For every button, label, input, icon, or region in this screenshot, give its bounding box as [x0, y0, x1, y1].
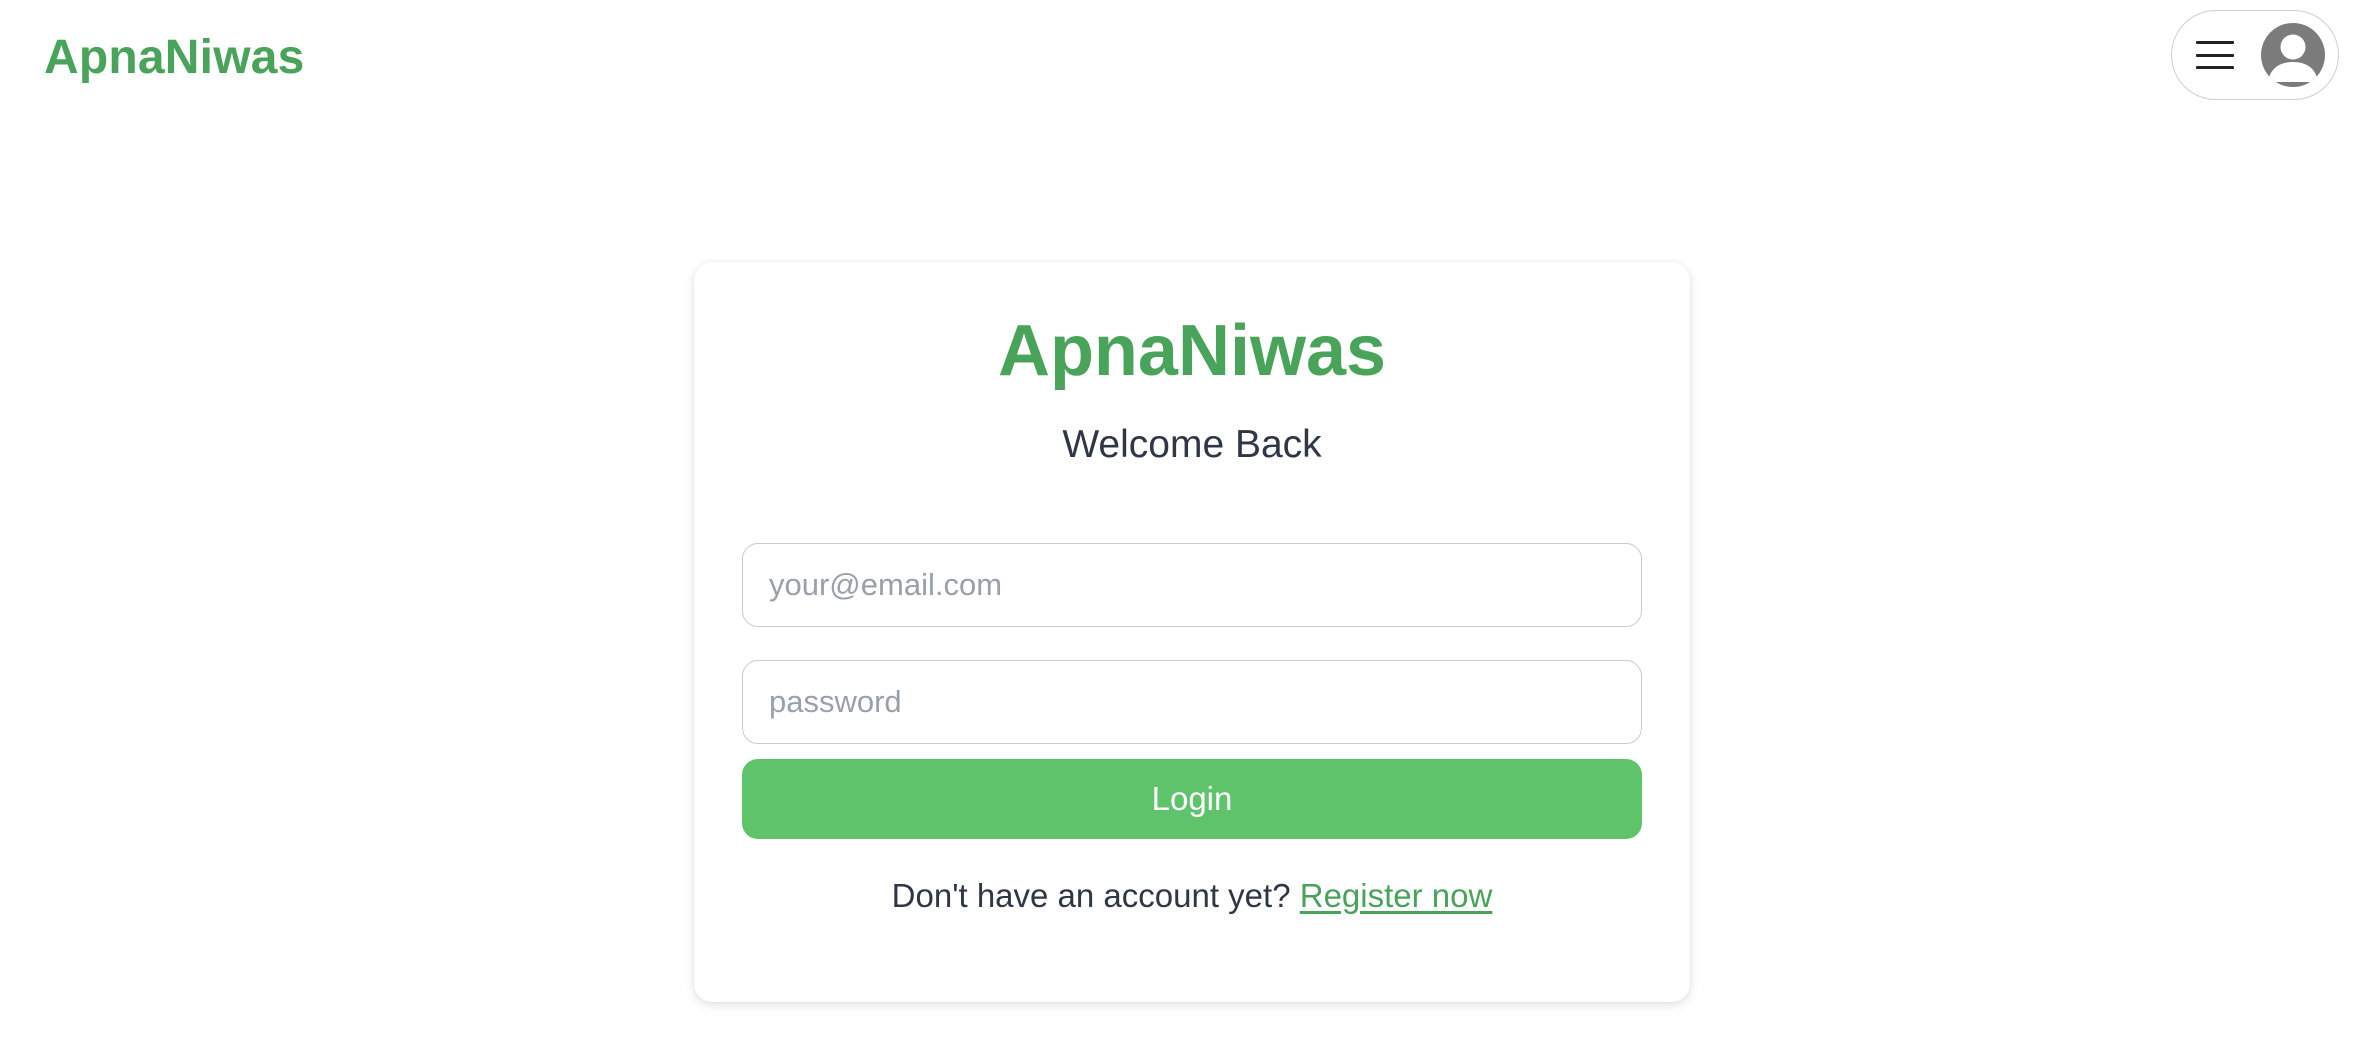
register-now-link[interactable]: Register now: [1300, 877, 1493, 914]
hamburger-line: [2196, 53, 2234, 57]
register-prompt-text: Don't have an account yet?: [891, 877, 1291, 914]
password-field[interactable]: [742, 660, 1642, 744]
user-avatar-icon: [2261, 23, 2325, 87]
hamburger-icon: [2196, 41, 2234, 69]
email-field[interactable]: [742, 543, 1642, 627]
card-title: ApnaNiwas: [997, 311, 1387, 391]
brand-logo[interactable]: ApnaNiwas: [44, 28, 305, 88]
welcome-subtitle: Welcome Back: [1062, 423, 1322, 466]
hamburger-line: [2196, 66, 2234, 69]
login-button[interactable]: Login: [742, 759, 1642, 839]
hamburger-line: [2196, 41, 2234, 44]
login-card: ApnaNiwas Welcome Back Login Don't have …: [694, 262, 1690, 1002]
user-menu-button[interactable]: [2171, 10, 2339, 100]
app-root: ApnaNiwas ApnaNiwas Welcome Back Login D…: [0, 0, 2376, 1050]
register-prompt-line: Don't have an account yet? Register now: [694, 874, 1690, 918]
